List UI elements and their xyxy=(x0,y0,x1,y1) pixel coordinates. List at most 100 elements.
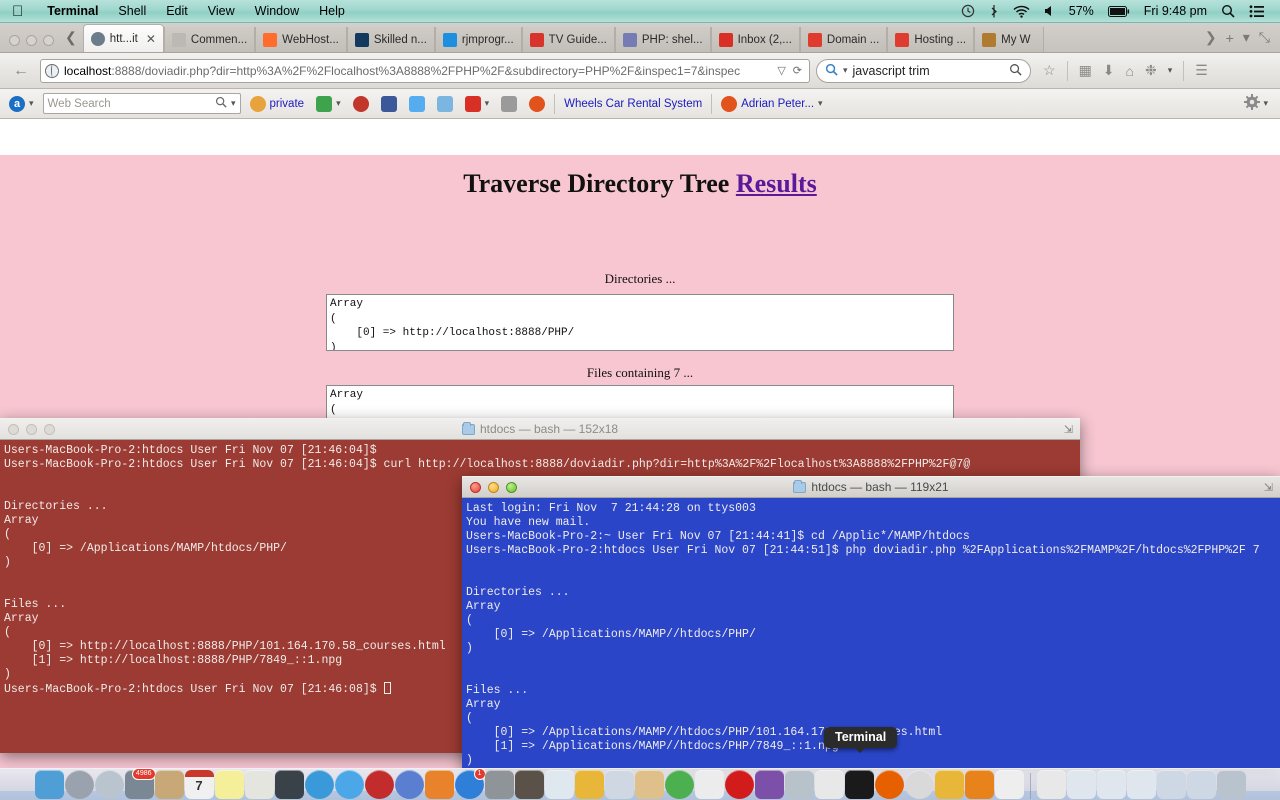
autocomplete-dropdown-icon[interactable]: ▽ xyxy=(777,64,785,77)
launchpad-icon[interactable] xyxy=(64,770,94,799)
finder-icon[interactable] xyxy=(34,770,64,799)
photos-icon[interactable] xyxy=(304,770,334,799)
search-engine-icon[interactable] xyxy=(825,63,838,79)
messages-icon[interactable] xyxy=(334,770,364,799)
zoom-window-button[interactable] xyxy=(43,35,54,46)
news-icon[interactable] xyxy=(244,770,274,799)
search-submit-icon[interactable] xyxy=(1009,63,1022,79)
terminal-blue-fullscreen-icon[interactable]: ⇲ xyxy=(1264,481,1280,494)
time-machine-icon[interactable] xyxy=(954,4,982,18)
overflow-dropdown-icon[interactable]: ▾ xyxy=(1168,65,1173,76)
browser-tab-0[interactable]: htt...it ✕ xyxy=(82,24,164,52)
bookmark-item-9[interactable]: Wheels Car Rental System xyxy=(561,98,705,110)
address-bar[interactable]: localhost:8888/doviadir.php?dir=http%3A%… xyxy=(40,58,810,83)
browser-tab-6[interactable]: PHP: shel... xyxy=(614,27,711,52)
itunes-store-icon[interactable] xyxy=(364,770,394,799)
imovie-icon[interactable] xyxy=(754,770,784,799)
notification-center-icon[interactable] xyxy=(1242,4,1272,18)
bookmark-item-3[interactable] xyxy=(378,95,400,112)
search-engine-dropdown-icon[interactable]: ▾ xyxy=(843,65,848,76)
calendar-icon[interactable]: 7 xyxy=(184,770,214,799)
window-controls[interactable] xyxy=(0,35,63,52)
downloads-icon[interactable]: ⬇ xyxy=(1103,62,1115,79)
results-link[interactable]: Results xyxy=(736,169,817,198)
opera-icon[interactable] xyxy=(724,770,754,799)
minimize-button[interactable] xyxy=(488,481,499,493)
browser-tab-4[interactable]: rjmprogr... xyxy=(434,27,522,52)
terminal-red-fullscreen-icon[interactable]: ⇲ xyxy=(1064,423,1080,436)
bookmark-item-0[interactable]: private xyxy=(247,95,308,112)
close-tab-icon[interactable]: ✕ xyxy=(146,32,156,46)
spotlight-search-icon[interactable] xyxy=(1214,4,1242,18)
browser-tab-1[interactable]: Commen... xyxy=(163,27,256,52)
browser-tab-8[interactable]: Domain ... xyxy=(799,27,888,52)
bookmark-item-10[interactable]: Adrian Peter... ▾ xyxy=(718,95,825,112)
browser-tab-5[interactable]: TV Guide... xyxy=(521,27,615,52)
window-minimized-3[interactable] xyxy=(1126,770,1156,799)
bookmark-item-8[interactable] xyxy=(526,95,548,112)
downloads-stack-icon[interactable] xyxy=(1036,770,1066,799)
minimize-button[interactable] xyxy=(26,423,37,435)
trash-icon[interactable] xyxy=(1216,770,1246,799)
menu-item-edit[interactable]: Edit xyxy=(156,4,198,18)
appstore-updates-icon[interactable]: 4986 xyxy=(124,768,156,799)
new-tab-button[interactable]: + xyxy=(1226,30,1234,46)
apple-logo-icon[interactable]:  xyxy=(12,4,23,19)
hamburger-menu-icon[interactable]: ☰ xyxy=(1195,62,1208,79)
textedit-icon[interactable] xyxy=(544,770,574,799)
toolbar-settings[interactable]: ▾ xyxy=(1244,94,1274,113)
battery-icon[interactable] xyxy=(1101,5,1137,17)
app-store-icon[interactable]: 1 xyxy=(454,768,486,799)
browser-tab-7[interactable]: Inbox (2,... xyxy=(710,27,800,52)
bookmark-dropdown-icon[interactable]: ▾ xyxy=(485,98,490,109)
menubar-clock[interactable]: Fri 9:48 pm xyxy=(1137,4,1214,18)
bluetooth-icon[interactable] xyxy=(982,4,1006,19)
terminal-icon[interactable] xyxy=(844,770,874,799)
bookmark-item-6[interactable]: ▾ xyxy=(462,95,493,112)
wifi-icon[interactable] xyxy=(1006,5,1037,18)
web-search-dropdown-icon[interactable]: ▾ xyxy=(231,98,236,109)
documents-icon[interactable] xyxy=(994,770,1024,799)
bookmark-item-2[interactable] xyxy=(350,95,372,112)
menu-item-window[interactable]: Window xyxy=(245,4,309,18)
bookmark-item-1[interactable]: ▾ xyxy=(313,95,344,112)
window-minimized-4[interactable] xyxy=(1156,770,1186,799)
list-all-tabs-icon[interactable]: ❯ xyxy=(1205,29,1217,46)
wacom-desktop-icon[interactable] xyxy=(934,770,964,799)
minimize-window-button[interactable] xyxy=(26,35,37,46)
zoom-button[interactable] xyxy=(44,423,55,435)
preview-icon[interactable] xyxy=(604,770,634,799)
firefox-icon[interactable] xyxy=(874,770,904,799)
volume-icon[interactable] xyxy=(1037,5,1062,17)
iphoto-icon[interactable] xyxy=(814,770,844,799)
alexa-dropdown-icon[interactable]: ▾ xyxy=(29,98,34,109)
close-button[interactable] xyxy=(470,481,481,493)
home-icon[interactable]: ⌂ xyxy=(1126,63,1134,79)
bookmark-item-4[interactable] xyxy=(406,95,428,112)
terminal-blue-titlebar[interactable]: htdocs — bash — 119x21 ⇲ xyxy=(462,476,1280,498)
tab-scroll-left-icon[interactable]: ❮ xyxy=(63,29,83,52)
gimp-icon[interactable] xyxy=(514,770,544,799)
menu-item-view[interactable]: View xyxy=(198,4,245,18)
gear-icon[interactable] xyxy=(1244,94,1261,113)
battery-percent-label[interactable]: 57% xyxy=(1062,4,1101,18)
photobooth-icon[interactable] xyxy=(784,770,814,799)
search-input[interactable]: javascript trim xyxy=(853,64,930,78)
wacom-icon[interactable] xyxy=(574,770,604,799)
zoom-button[interactable] xyxy=(506,481,517,493)
terminal-red-window-controls[interactable] xyxy=(0,423,55,435)
terminal-window-blue[interactable]: htdocs — bash — 119x21 ⇲ Last login: Fri… xyxy=(462,476,1280,768)
bookmark-dropdown-icon[interactable]: ▾ xyxy=(336,98,341,109)
itunes-icon[interactable] xyxy=(394,770,424,799)
terminal-red-titlebar[interactable]: htdocs — bash — 152x18 ⇲ xyxy=(0,418,1080,440)
ibooks-icon[interactable] xyxy=(424,770,454,799)
bookmark-item-5[interactable] xyxy=(434,95,456,112)
browser-tab-10[interactable]: My W xyxy=(974,27,1045,52)
browser-tab-9[interactable]: Hosting ... xyxy=(887,27,975,52)
window-minimized-1[interactable] xyxy=(1066,770,1096,799)
menu-item-shell[interactable]: Shell xyxy=(108,4,156,18)
chrome-icon[interactable] xyxy=(664,770,694,799)
system-preferences-icon[interactable] xyxy=(484,770,514,799)
stickies-icon[interactable] xyxy=(214,770,244,799)
settings-dropdown-icon[interactable]: ▾ xyxy=(1263,98,1268,109)
